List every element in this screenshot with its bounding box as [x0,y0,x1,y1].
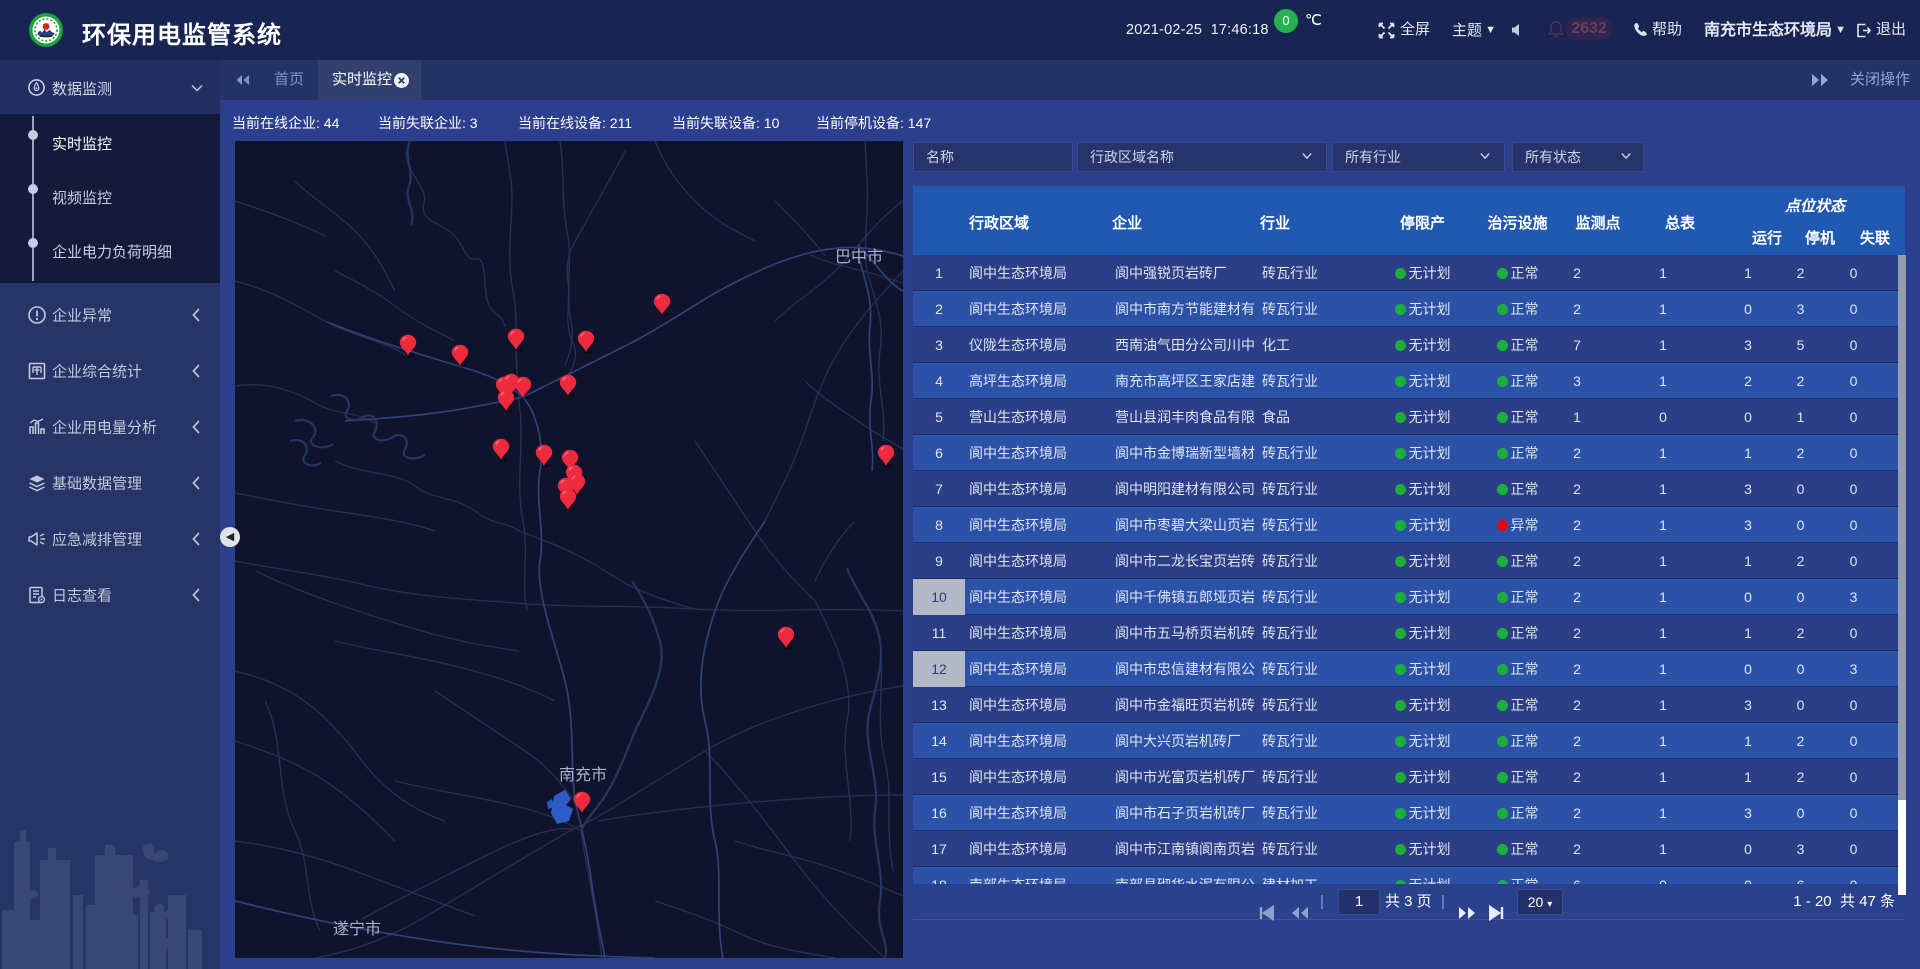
svg-text:巴中市: 巴中市 [835,248,883,266]
svg-text:南充市: 南充市 [559,766,607,784]
svg-text:遂宁市: 遂宁市 [333,920,381,938]
